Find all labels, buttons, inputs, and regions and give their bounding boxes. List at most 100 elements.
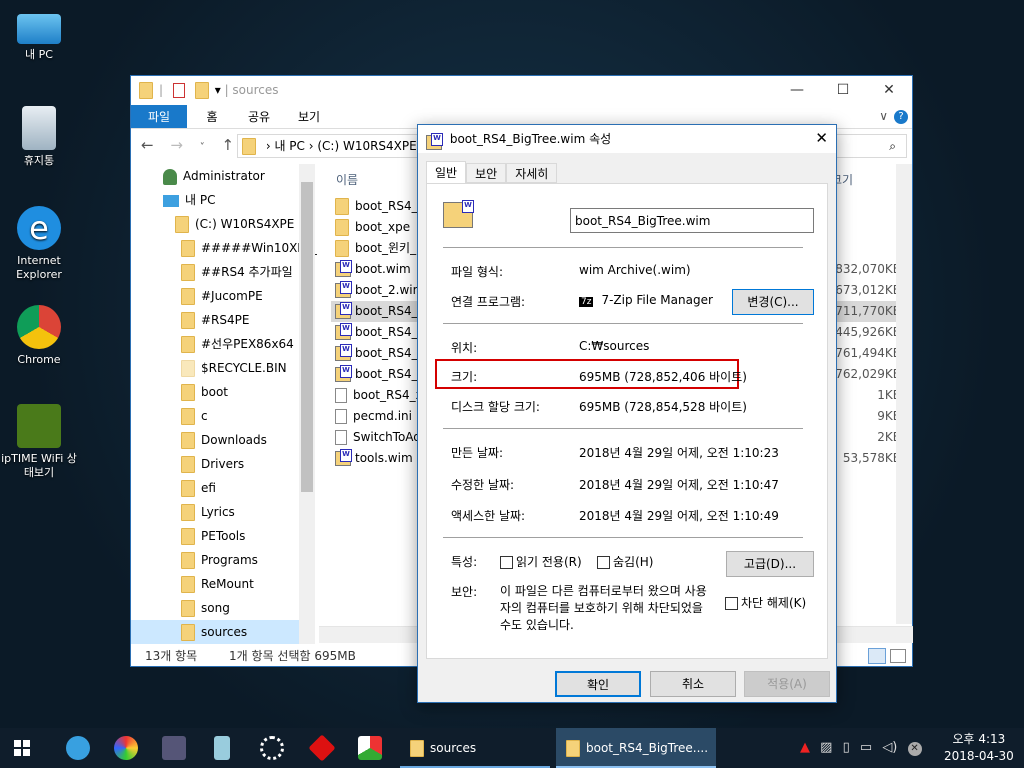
customize-qat-icon[interactable]: ▾ xyxy=(215,83,221,97)
recent-dropdown[interactable]: ˅ xyxy=(200,142,205,153)
advanced-button[interactable]: 고급(D)... xyxy=(726,551,814,577)
tab-security[interactable]: 보안 xyxy=(466,163,507,183)
breadcrumb-my-pc[interactable]: 내 PC xyxy=(274,139,304,153)
nav-item[interactable]: song xyxy=(181,596,230,620)
desktop-icon-ie[interactable]: e Internet Explorer xyxy=(1,206,77,282)
pinned-app-icon-4[interactable] xyxy=(214,736,230,760)
file-row[interactable]: boot_윈키_ xyxy=(331,238,421,259)
nav-item[interactable]: (C:) W10RS4XPE xyxy=(175,212,294,236)
nav-item[interactable]: Programs xyxy=(181,548,258,572)
file-name: boot_2.wim xyxy=(355,283,421,297)
maximize-button[interactable]: ☐ xyxy=(820,76,866,104)
nav-item[interactable]: Administrator xyxy=(163,164,265,188)
file-row[interactable]: boot_RS4_c xyxy=(331,322,421,343)
nav-item[interactable]: PETools xyxy=(181,524,245,548)
tab-share[interactable]: 공유 xyxy=(237,105,281,128)
cancel-button[interactable]: 취소 xyxy=(650,671,736,697)
desktop-icon-my-pc[interactable]: 내 PC xyxy=(1,10,77,62)
nav-item[interactable]: ReMount xyxy=(181,572,254,596)
taskbar-item-properties[interactable]: boot_RS4_BigTree.... xyxy=(556,728,716,768)
nav-item[interactable]: #####Win10XPE_S xyxy=(181,236,317,260)
file-row[interactable]: boot_RS4_x xyxy=(331,364,421,385)
ok-button[interactable]: 확인 xyxy=(555,671,641,697)
tab-general[interactable]: 일반 xyxy=(426,161,467,183)
unblock-checkbox[interactable]: 차단 해제(K) xyxy=(725,594,806,611)
breadcrumb-drive[interactable]: (C:) W10RS4XPE xyxy=(317,139,416,153)
tray-tool-icon[interactable]: ▨ xyxy=(820,740,832,755)
back-button[interactable]: ← xyxy=(141,136,154,154)
nav-item[interactable]: #JucomPE xyxy=(181,284,263,308)
close-button[interactable]: ✕ xyxy=(866,76,912,104)
file-row[interactable]: boot_RS4_x xyxy=(331,343,421,364)
nav-item-label: efi xyxy=(201,481,216,495)
network-icon[interactable]: ▭ xyxy=(860,740,872,755)
tab-details[interactable]: 자세히 xyxy=(506,163,558,183)
column-header-name[interactable]: 이름 xyxy=(336,171,358,188)
tab-file[interactable]: 파일 xyxy=(131,105,187,128)
pinned-app-icon-7[interactable] xyxy=(358,736,382,760)
nav-item[interactable]: boot xyxy=(181,380,228,404)
settings-file-icon xyxy=(335,430,347,445)
file-row[interactable]: boot_xpe xyxy=(331,217,421,238)
nav-item[interactable]: Lyrics xyxy=(181,500,235,524)
usb-icon[interactable]: ▯ xyxy=(843,740,850,755)
desktop-icon-chrome[interactable]: Chrome xyxy=(1,305,77,367)
up-button[interactable]: ↑ xyxy=(222,136,235,154)
network-status-icon[interactable]: ▲ xyxy=(800,740,810,755)
apply-button[interactable]: 적용(A) xyxy=(744,671,830,697)
pinned-app-icon-1[interactable] xyxy=(66,736,90,760)
tab-view[interactable]: 보기 xyxy=(281,105,337,128)
properties-icon[interactable] xyxy=(172,83,185,98)
nav-item[interactable]: sources xyxy=(131,620,299,644)
tab-home[interactable]: 홈 xyxy=(187,105,237,128)
vertical-scrollbar[interactable] xyxy=(896,164,912,624)
file-row[interactable]: boot_RS4_BigTree xyxy=(331,196,421,217)
volume-icon[interactable]: ◁) xyxy=(882,740,897,755)
nav-item[interactable]: c xyxy=(181,404,208,428)
desktop-icon-iptime[interactable]: ipTIME WiFi 상태보기 xyxy=(1,404,77,480)
dialog-close-button[interactable]: ✕ xyxy=(815,129,828,147)
desktop-icon-recycle-bin[interactable]: 휴지통 xyxy=(1,106,77,168)
file-row[interactable]: boot_RS4_x xyxy=(331,385,421,406)
modified-label: 수정한 날짜: xyxy=(451,478,515,492)
clock[interactable]: 오후 4:13 2018-04-30 xyxy=(944,731,1014,765)
taskbar-item-explorer[interactable]: sources xyxy=(400,728,550,768)
help-icon[interactable]: ? xyxy=(894,110,908,124)
expand-ribbon-icon[interactable]: ∨ xyxy=(879,109,888,123)
forward-button[interactable]: → xyxy=(170,136,183,154)
file-row[interactable]: SwitchToAdmin xyxy=(331,427,421,448)
nav-item[interactable]: Downloads xyxy=(181,428,267,452)
size-on-disk-value: 695MB (728,854,528 바이트) xyxy=(579,400,747,414)
wim-file-icon xyxy=(335,365,352,382)
readonly-checkbox[interactable]: 읽기 전용(R) xyxy=(500,553,582,570)
nav-item[interactable]: efi xyxy=(181,476,216,500)
large-icons-view-icon[interactable] xyxy=(890,649,906,663)
file-row[interactable]: pecmd.ini xyxy=(331,406,421,427)
nav-item[interactable]: $RECYCLE.BIN xyxy=(181,356,287,380)
nav-item[interactable]: 내 PC xyxy=(163,188,215,212)
nav-item[interactable]: ##RS4 추가파일 xyxy=(181,260,293,284)
nav-scrollbar[interactable] xyxy=(299,164,315,644)
folder-icon[interactable] xyxy=(139,82,153,99)
pinned-app-icon-5[interactable] xyxy=(260,736,284,760)
nav-item-label: PETools xyxy=(201,529,246,543)
filename-field[interactable] xyxy=(570,208,814,233)
search-icon[interactable]: ⌕ xyxy=(889,135,896,157)
details-view-icon[interactable] xyxy=(868,648,886,664)
nav-item[interactable]: #선우PEX86x64 xyxy=(181,332,294,356)
new-folder-icon[interactable] xyxy=(194,82,209,99)
close-circle-icon[interactable]: ✕ xyxy=(907,742,922,756)
nav-item-label: Lyrics xyxy=(201,505,235,519)
file-row[interactable]: boot.wim xyxy=(331,259,421,280)
start-button[interactable] xyxy=(14,740,30,756)
file-row[interactable]: tools.wim xyxy=(331,448,421,469)
pinned-app-icon-6[interactable] xyxy=(308,734,336,762)
hidden-checkbox[interactable]: 숨김(H) xyxy=(597,553,653,570)
nav-item[interactable]: Drivers xyxy=(181,452,244,476)
pinned-app-icon-3[interactable] xyxy=(162,736,186,760)
file-row[interactable]: boot_2.wim xyxy=(331,280,421,301)
minimize-button[interactable]: — xyxy=(774,76,820,104)
change-button[interactable]: 변경(C)... xyxy=(732,289,814,315)
pinned-app-icon-2[interactable] xyxy=(114,736,138,760)
nav-item[interactable]: #RS4PE xyxy=(181,308,249,332)
